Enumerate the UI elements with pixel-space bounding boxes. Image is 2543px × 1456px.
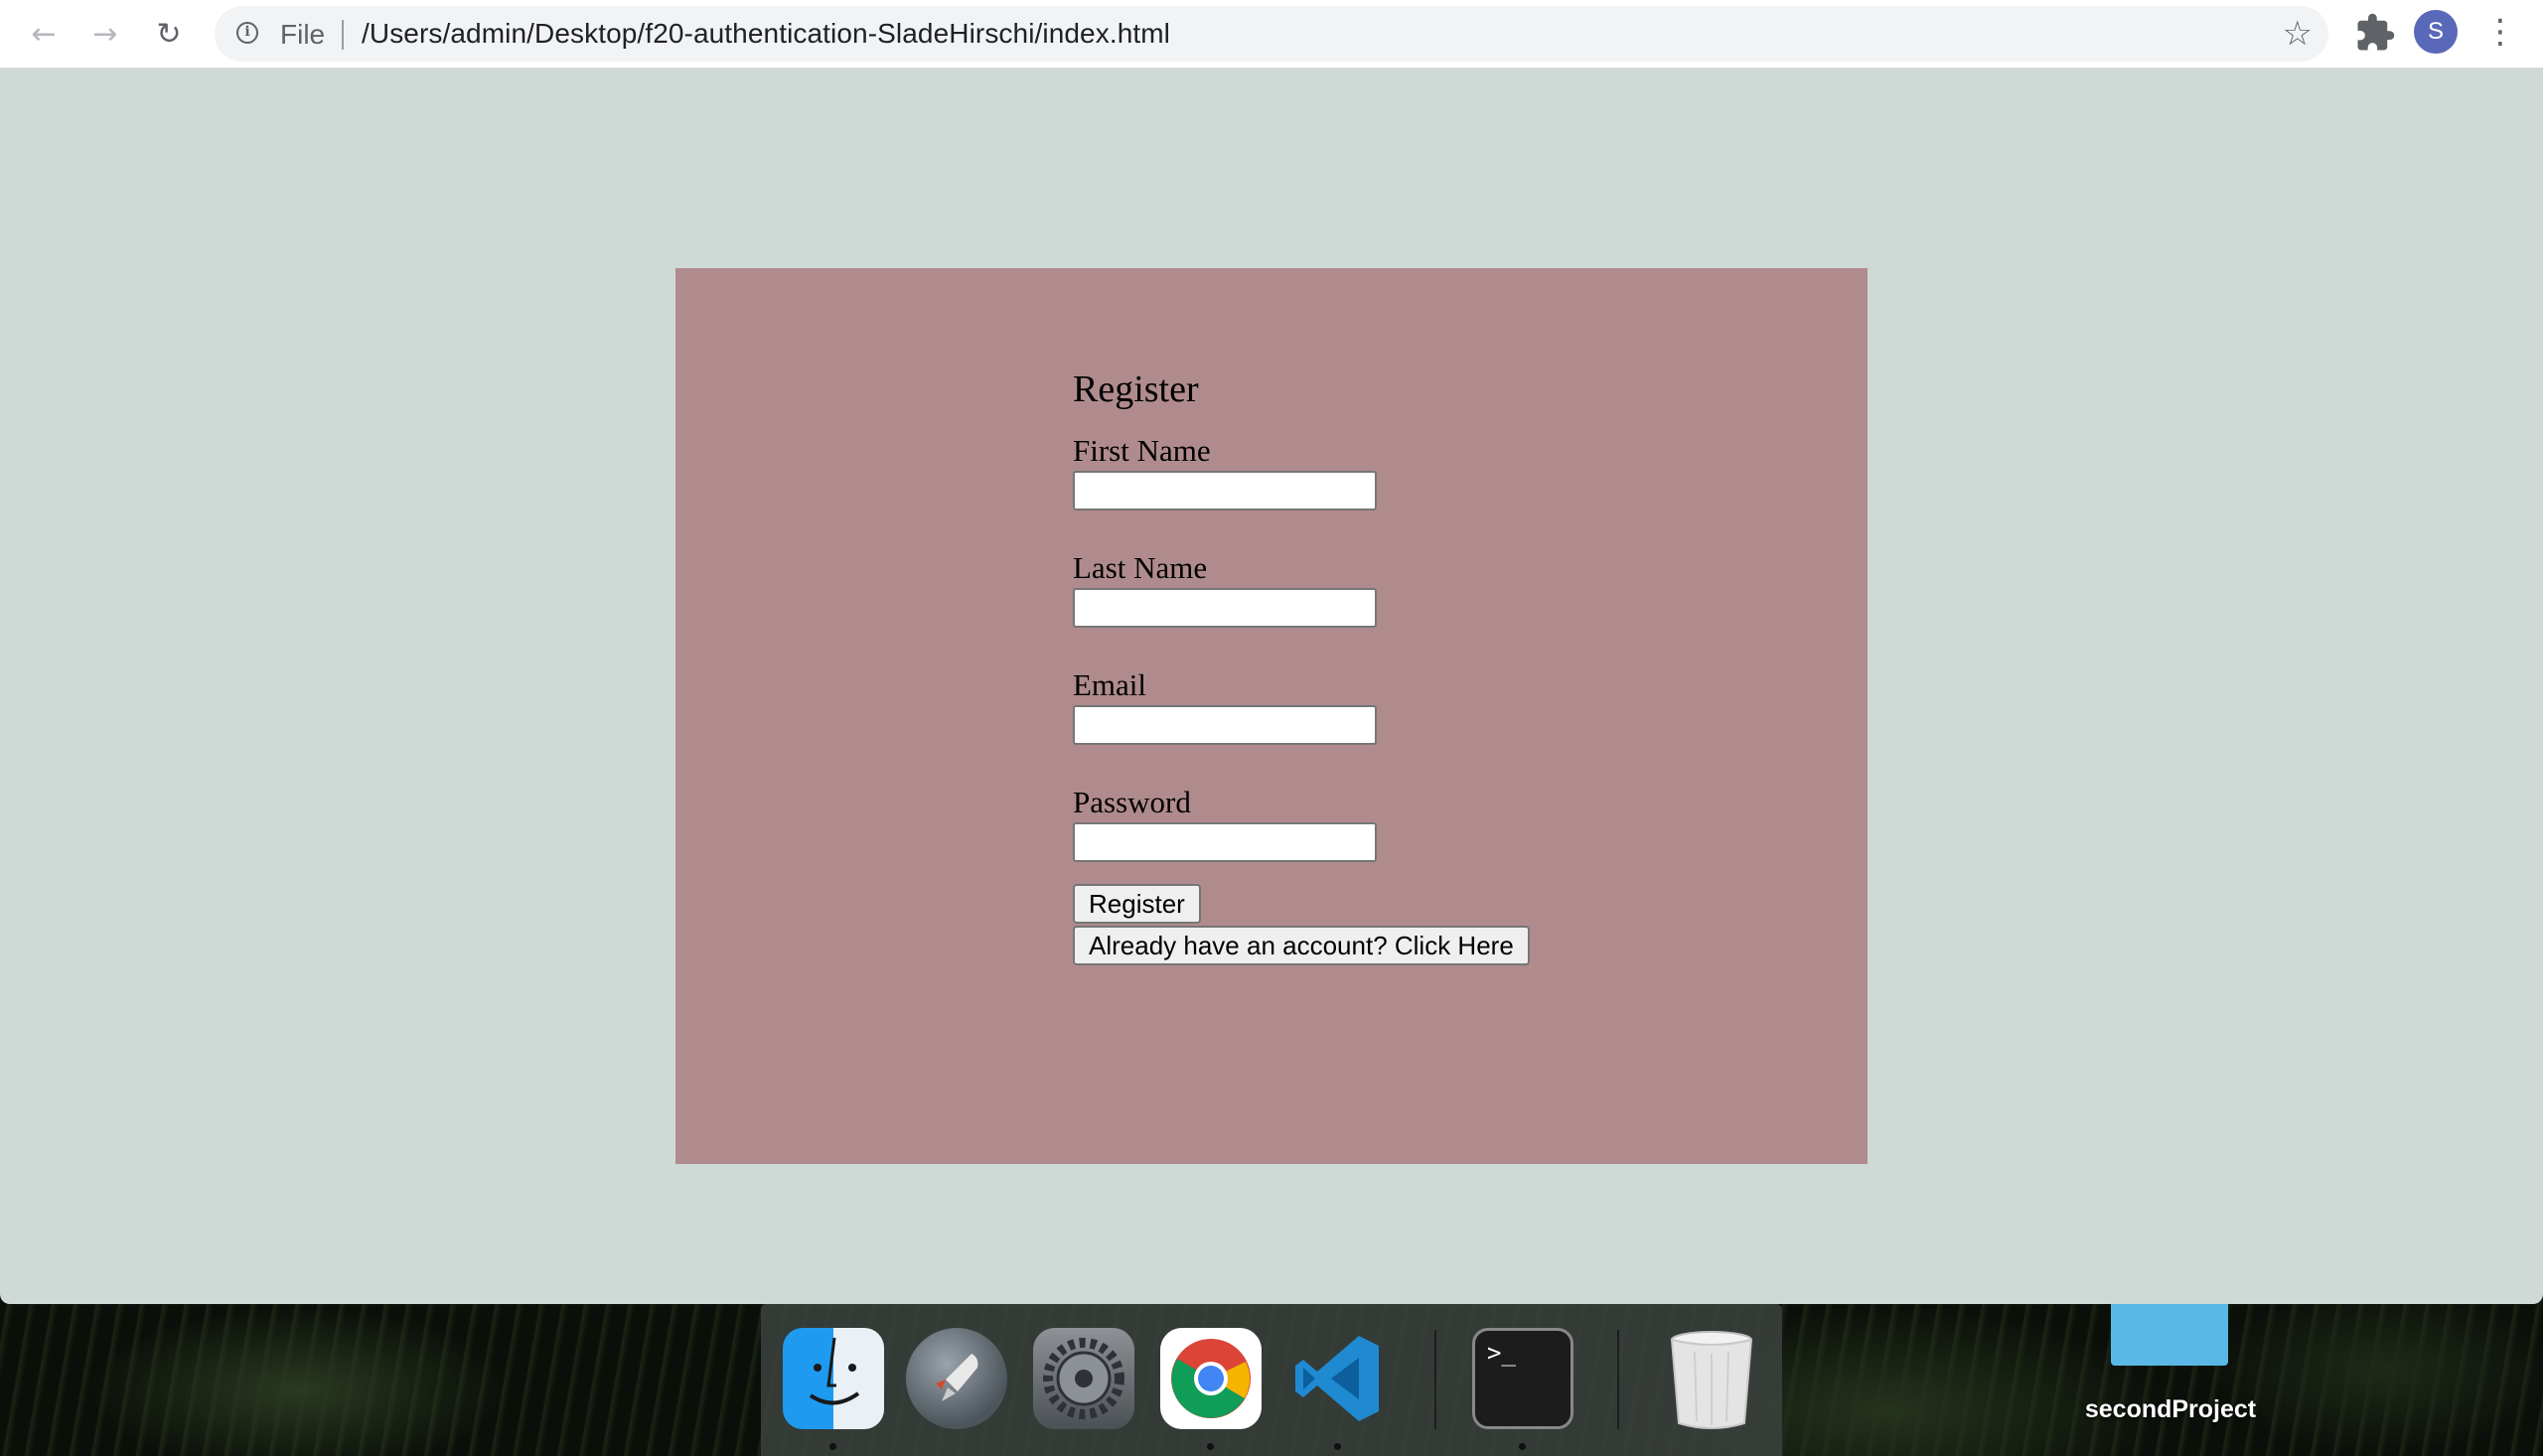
bookmark-star-icon[interactable]: ☆ bbox=[2283, 14, 2313, 54]
extensions-puzzle-icon[interactable] bbox=[2354, 12, 2396, 54]
terminal-running-dot bbox=[1519, 1443, 1526, 1450]
first-name-input[interactable] bbox=[1073, 471, 1377, 510]
terminal-icon[interactable]: >_ bbox=[1472, 1328, 1573, 1429]
dock-separator-trash bbox=[1617, 1330, 1619, 1429]
forward-arrow-icon[interactable]: → bbox=[83, 12, 127, 56]
password-label: Password bbox=[1073, 785, 1191, 819]
profile-avatar[interactable]: S bbox=[2414, 10, 2458, 54]
system-preferences-icon[interactable] bbox=[1033, 1328, 1134, 1429]
register-card: Register First Name Last Name Email Pass… bbox=[675, 268, 1868, 1164]
password-input[interactable] bbox=[1073, 822, 1377, 862]
register-button[interactable]: Register bbox=[1073, 884, 1201, 924]
chrome-running-dot bbox=[1207, 1443, 1214, 1450]
browser-toolbar: ← → ↻ i File /Users/admin/Desktop/f20-au… bbox=[0, 0, 2543, 69]
vscode-running-dot bbox=[1334, 1443, 1341, 1450]
dock: >_ bbox=[761, 1304, 1782, 1456]
last-name-input[interactable] bbox=[1073, 588, 1377, 628]
chrome-icon[interactable] bbox=[1160, 1328, 1262, 1429]
omnibox-divider bbox=[342, 20, 344, 50]
first-name-label: First Name bbox=[1073, 433, 1211, 468]
launchpad-icon[interactable] bbox=[906, 1328, 1007, 1429]
login-link-button[interactable]: Already have an account? Click Here bbox=[1073, 926, 1530, 965]
email-label: Email bbox=[1073, 667, 1147, 702]
terminal-prompt-glyph: >_ bbox=[1487, 1339, 1516, 1367]
finder-running-dot bbox=[829, 1443, 836, 1450]
back-arrow-icon[interactable]: ← bbox=[22, 12, 66, 56]
finder-icon[interactable] bbox=[783, 1328, 884, 1429]
last-name-label: Last Name bbox=[1073, 550, 1208, 585]
email-input[interactable] bbox=[1073, 705, 1377, 745]
form-title: Register bbox=[1073, 368, 1199, 410]
browser-window: ← → ↻ i File /Users/admin/Desktop/f20-au… bbox=[0, 0, 2543, 1304]
register-form: Register First Name Last Name Email Pass… bbox=[1073, 367, 1530, 965]
url-text[interactable]: /Users/admin/Desktop/f20-authentication-… bbox=[362, 18, 1170, 50]
info-icon[interactable]: i bbox=[236, 22, 258, 44]
trash-icon[interactable] bbox=[1661, 1328, 1762, 1429]
kebab-menu-icon[interactable]: ⋮ bbox=[2483, 12, 2517, 56]
vscode-icon[interactable] bbox=[1287, 1328, 1389, 1429]
address-bar[interactable]: i File /Users/admin/Desktop/f20-authenti… bbox=[215, 6, 2328, 62]
folder-label[interactable]: secondProject bbox=[2046, 1395, 2295, 1424]
reload-icon[interactable]: ↻ bbox=[147, 12, 191, 56]
url-scheme-label: File bbox=[280, 19, 326, 50]
folder-icon[interactable] bbox=[2111, 1304, 2228, 1366]
dock-separator bbox=[1434, 1330, 1436, 1429]
